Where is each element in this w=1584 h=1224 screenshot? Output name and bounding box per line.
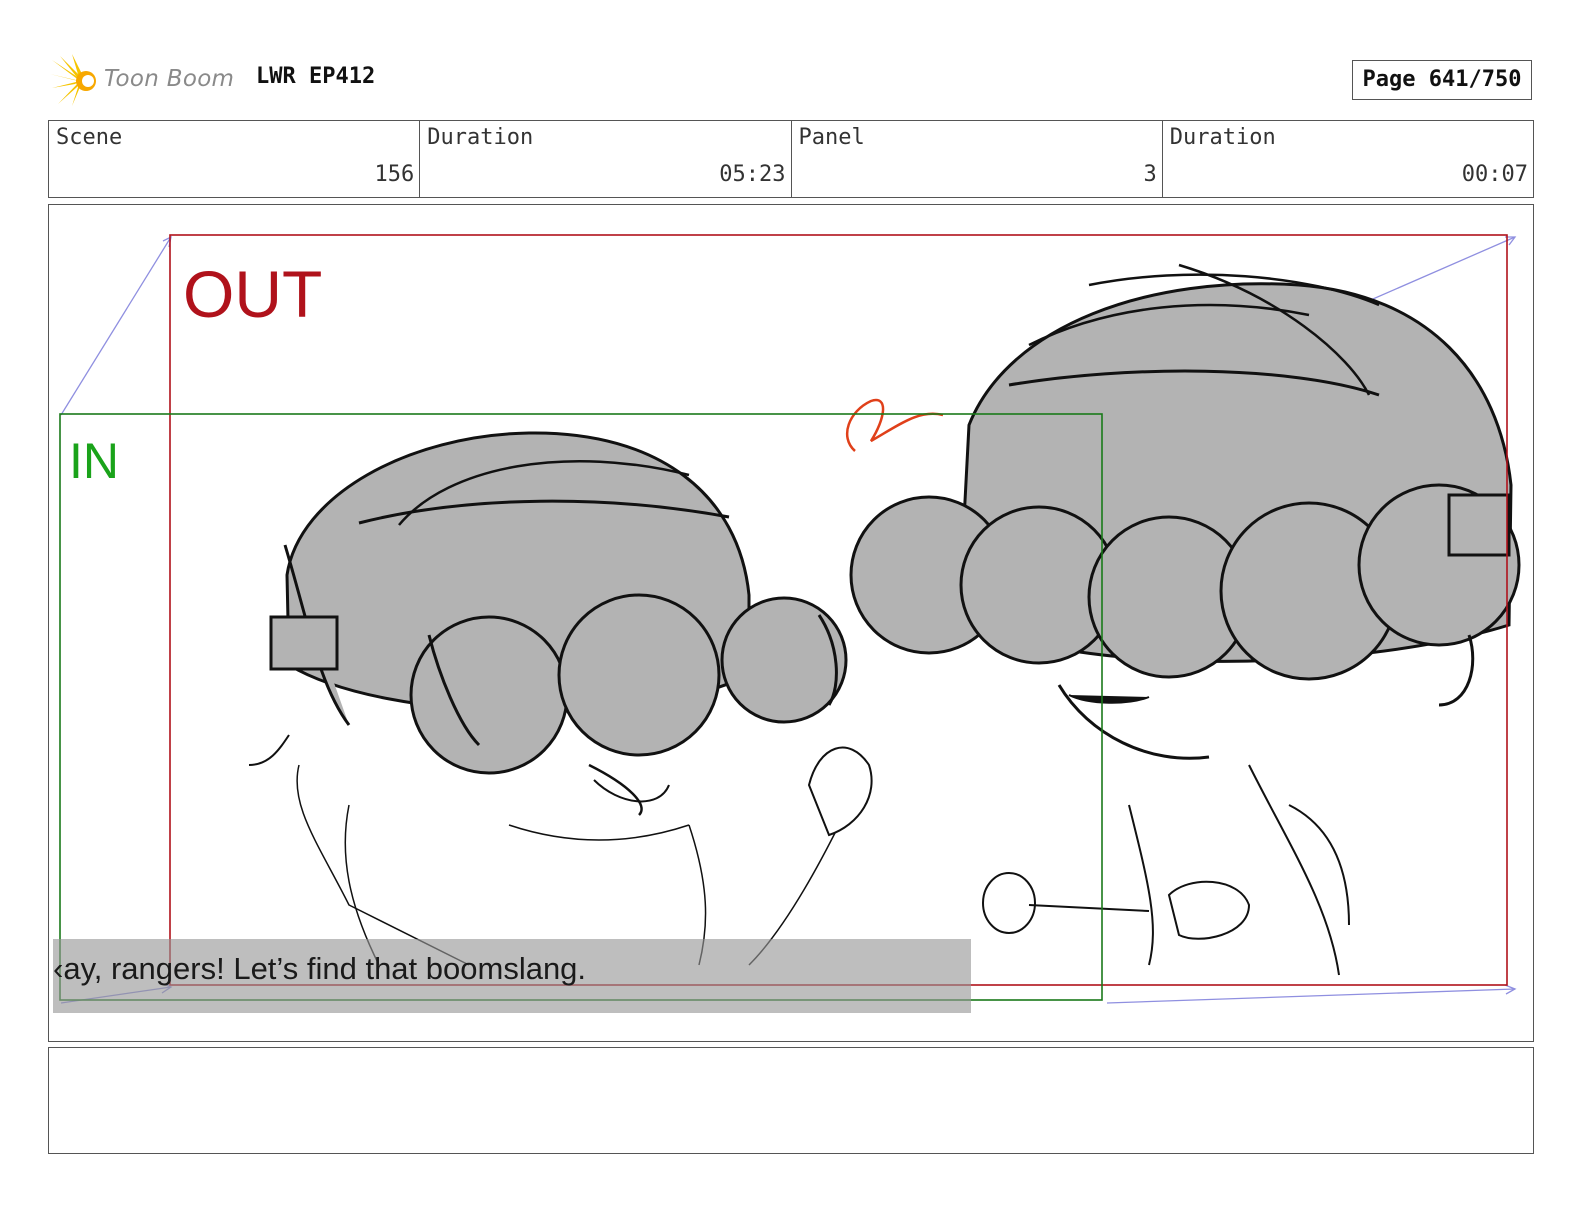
scene-info-bar: Scene 156 Duration 05:23 Panel 3 Duratio… (48, 120, 1534, 198)
red-correction-mark (845, 398, 944, 452)
right-character-sketch (849, 263, 1521, 976)
project-title: LWR EP412 (256, 64, 376, 89)
scene-duration-value: 05:23 (719, 162, 786, 187)
in-label: IN (69, 433, 119, 489)
panel-cell: Panel 3 (792, 121, 1163, 197)
sunburst-icon (50, 54, 96, 106)
panel-duration-cell: Duration 00:07 (1163, 121, 1533, 197)
left-character-sketch (248, 431, 873, 966)
scene-duration-label: Duration (427, 125, 534, 150)
scene-label: Scene (56, 125, 123, 150)
storyboard-panel: OUT IN ‹ay, rangers! Let’s find that boo… (48, 204, 1534, 1042)
logo-wordmark: Toon Boom (104, 66, 235, 92)
panel-duration-value: 00:07 (1461, 162, 1528, 187)
panel-duration-label: Duration (1169, 125, 1276, 150)
panel-drawing: OUT IN (59, 234, 1521, 1004)
subtitle-text: ‹ay, rangers! Let’s find that boomslang. (53, 951, 587, 986)
subtitle-overlay: ‹ay, rangers! Let’s find that boomslang. (53, 939, 971, 1013)
out-label: OUT (183, 257, 322, 331)
page-indicator: Page 641/750 (1352, 60, 1532, 100)
panel-value: 3 (1143, 162, 1157, 187)
scene-value: 156 (374, 162, 415, 187)
panel-notes-area (48, 1047, 1534, 1154)
scene-duration-cell: Duration 05:23 (420, 121, 792, 197)
scene-cell: Scene 156 (49, 121, 421, 197)
panel-label: Panel (798, 125, 865, 150)
